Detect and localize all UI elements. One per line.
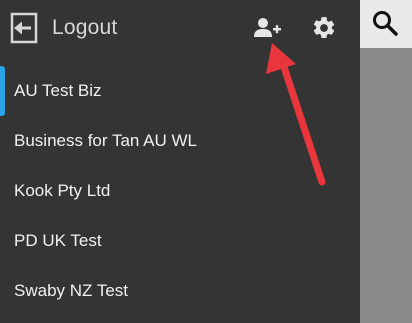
logout-arrow-icon: [10, 12, 38, 44]
search-icon: [373, 11, 398, 36]
business-label: AU Test Biz: [14, 81, 102, 100]
selected-indicator: [0, 66, 5, 116]
business-label: Kook Pty Ltd: [14, 181, 111, 200]
logout-label: Logout: [52, 16, 118, 39]
search-button[interactable]: [368, 6, 402, 40]
app-window: Logout AU Test Biz Business for Tan AU W…: [0, 0, 412, 323]
business-item-kook-pty-ltd[interactable]: Kook Pty Ltd: [0, 166, 360, 216]
business-label: PD UK Test: [14, 231, 102, 250]
gear-icon: [313, 17, 335, 38]
add-user-button[interactable]: [250, 12, 284, 44]
business-item-au-test-biz[interactable]: AU Test Biz: [0, 66, 360, 116]
business-item-business-for-tan-au-wl[interactable]: Business for Tan AU WL: [0, 116, 360, 166]
business-label: Business for Tan AU WL: [14, 131, 197, 150]
business-item-swaby-nz-test[interactable]: Swaby NZ Test: [0, 266, 360, 316]
business-label: Swaby NZ Test: [14, 281, 129, 300]
business-list: AU Test Biz Business for Tan AU WL Kook …: [0, 66, 360, 316]
settings-button[interactable]: [307, 12, 341, 44]
main-content-overlay: [360, 0, 412, 323]
account-sidebar: Logout AU Test Biz Business for Tan AU W…: [0, 0, 360, 323]
add-user-icon: [254, 18, 281, 37]
sidebar-header: Logout: [0, 0, 360, 56]
business-item-pd-uk-test[interactable]: PD UK Test: [0, 216, 360, 266]
logout-button[interactable]: Logout: [10, 10, 117, 46]
main-top-bar: [360, 0, 412, 48]
